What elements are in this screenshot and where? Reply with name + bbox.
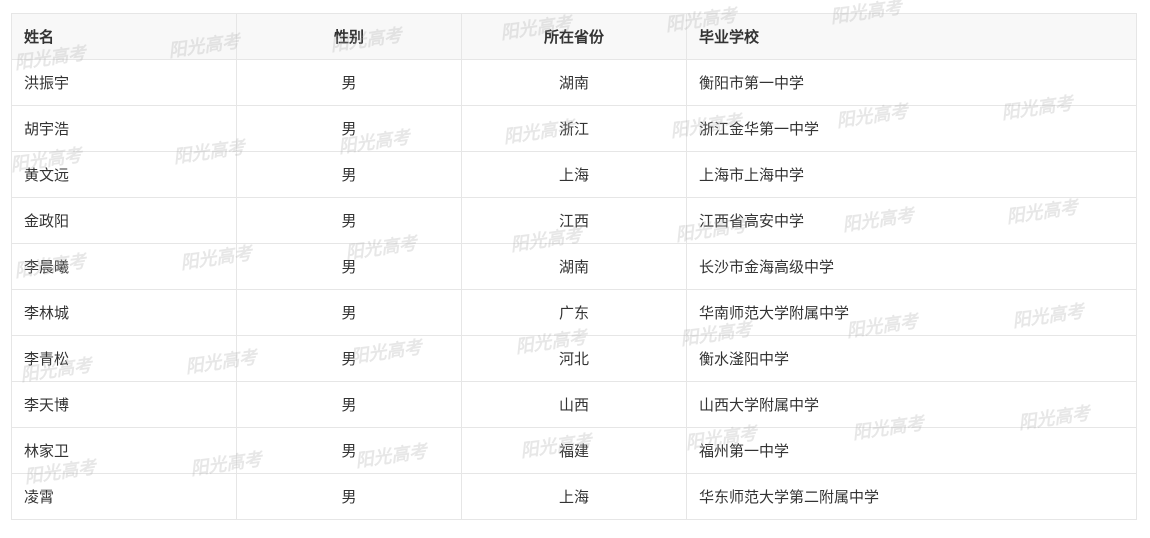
cell-gender: 男 bbox=[236, 59, 462, 106]
cell-gender: 男 bbox=[236, 427, 462, 474]
table-row: 凌霄 男 上海 华东师范大学第二附属中学 bbox=[11, 473, 1137, 520]
admissions-table-container: 姓名 性别 所在省份 毕业学校 洪振宇 男 湖南 衡阳市第一中学 胡宇浩 男 浙… bbox=[11, 13, 1137, 520]
cell-province: 上海 bbox=[461, 151, 687, 198]
cell-gender: 男 bbox=[236, 289, 462, 336]
cell-province: 广东 bbox=[461, 289, 687, 336]
cell-province: 上海 bbox=[461, 473, 687, 520]
header-gender: 性别 bbox=[236, 13, 462, 60]
cell-name: 凌霄 bbox=[11, 473, 237, 520]
cell-school: 浙江金华第一中学 bbox=[686, 105, 1137, 152]
cell-province: 山西 bbox=[461, 381, 687, 428]
cell-school: 江西省高安中学 bbox=[686, 197, 1137, 244]
table-row: 林家卫 男 福建 福州第一中学 bbox=[11, 427, 1137, 474]
header-row: 姓名 性别 所在省份 毕业学校 bbox=[11, 13, 1137, 60]
cell-name: 金政阳 bbox=[11, 197, 237, 244]
cell-name: 李晨曦 bbox=[11, 243, 237, 290]
cell-province: 福建 bbox=[461, 427, 687, 474]
table-header: 姓名 性别 所在省份 毕业学校 bbox=[11, 13, 1137, 60]
cell-school: 山西大学附属中学 bbox=[686, 381, 1137, 428]
cell-gender: 男 bbox=[236, 151, 462, 198]
table-row: 李晨曦 男 湖南 长沙市金海高级中学 bbox=[11, 243, 1137, 290]
table-row: 金政阳 男 江西 江西省高安中学 bbox=[11, 197, 1137, 244]
cell-school: 华南师范大学附属中学 bbox=[686, 289, 1137, 336]
cell-name: 林家卫 bbox=[11, 427, 237, 474]
cell-name: 李林城 bbox=[11, 289, 237, 336]
cell-province: 湖南 bbox=[461, 59, 687, 106]
table-row: 洪振宇 男 湖南 衡阳市第一中学 bbox=[11, 59, 1137, 106]
cell-name: 胡宇浩 bbox=[11, 105, 237, 152]
cell-gender: 男 bbox=[236, 243, 462, 290]
admissions-table: 姓名 性别 所在省份 毕业学校 洪振宇 男 湖南 衡阳市第一中学 胡宇浩 男 浙… bbox=[11, 13, 1137, 520]
cell-school: 衡阳市第一中学 bbox=[686, 59, 1137, 106]
cell-school: 福州第一中学 bbox=[686, 427, 1137, 474]
cell-school: 长沙市金海高级中学 bbox=[686, 243, 1137, 290]
cell-gender: 男 bbox=[236, 105, 462, 152]
cell-province: 河北 bbox=[461, 335, 687, 382]
table-row: 胡宇浩 男 浙江 浙江金华第一中学 bbox=[11, 105, 1137, 152]
cell-gender: 男 bbox=[236, 473, 462, 520]
table-row: 李林城 男 广东 华南师范大学附属中学 bbox=[11, 289, 1137, 336]
cell-school: 华东师范大学第二附属中学 bbox=[686, 473, 1137, 520]
header-name: 姓名 bbox=[11, 13, 237, 60]
cell-gender: 男 bbox=[236, 197, 462, 244]
cell-name: 李青松 bbox=[11, 335, 237, 382]
table-row: 李天博 男 山西 山西大学附属中学 bbox=[11, 381, 1137, 428]
cell-province: 江西 bbox=[461, 197, 687, 244]
header-province: 所在省份 bbox=[461, 13, 687, 60]
cell-school: 上海市上海中学 bbox=[686, 151, 1137, 198]
cell-province: 湖南 bbox=[461, 243, 687, 290]
cell-gender: 男 bbox=[236, 335, 462, 382]
cell-name: 黄文远 bbox=[11, 151, 237, 198]
header-school: 毕业学校 bbox=[686, 13, 1137, 60]
cell-name: 李天博 bbox=[11, 381, 237, 428]
table-body: 洪振宇 男 湖南 衡阳市第一中学 胡宇浩 男 浙江 浙江金华第一中学 黄文远 男… bbox=[11, 59, 1137, 520]
cell-gender: 男 bbox=[236, 381, 462, 428]
table-row: 黄文远 男 上海 上海市上海中学 bbox=[11, 151, 1137, 198]
cell-name: 洪振宇 bbox=[11, 59, 237, 106]
cell-school: 衡水滏阳中学 bbox=[686, 335, 1137, 382]
table-row: 李青松 男 河北 衡水滏阳中学 bbox=[11, 335, 1137, 382]
cell-province: 浙江 bbox=[461, 105, 687, 152]
